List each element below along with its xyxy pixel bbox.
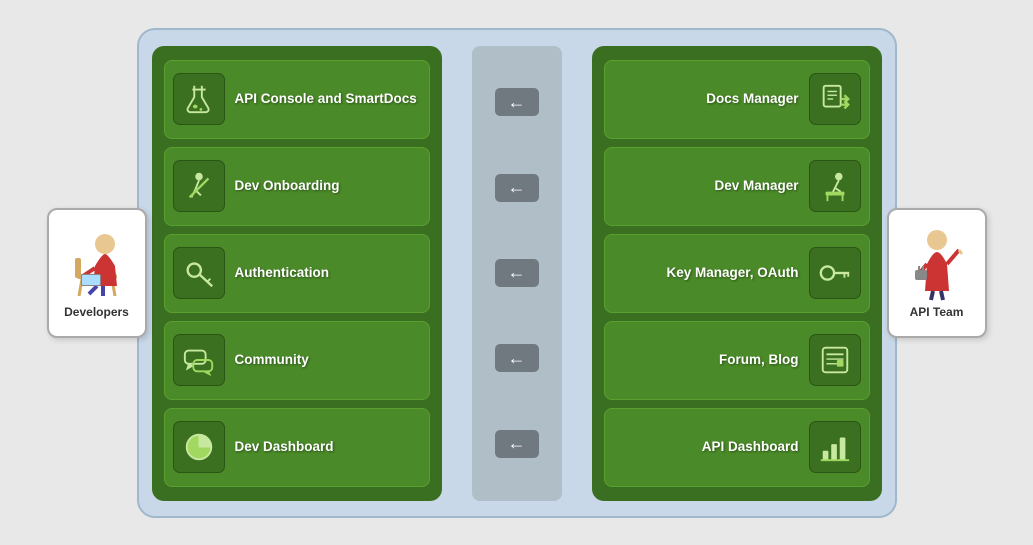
chat-icon [173,334,225,386]
list-item: Dev Manager [604,147,870,226]
diagram-container: API Console and SmartDocs Dev Onboarding [37,18,997,528]
blog-icon [809,334,861,386]
row-label: API Dashboard [702,438,799,456]
docs-icon [809,73,861,125]
list-item: Docs Manager [604,60,870,139]
list-item: Community [164,321,430,400]
developer-label: Developers [64,305,129,319]
pie-chart-icon [173,421,225,473]
row-label: Community [235,351,309,369]
api-team-label: API Team [910,305,964,319]
key2-icon [809,247,861,299]
person-desk-icon [809,160,861,212]
list-item: Dev Onboarding [164,147,430,226]
row-label: Dev Dashboard [235,438,334,456]
arrow-2 [495,174,539,202]
developer-figure: Developers [47,208,147,338]
arrow-3 [495,259,539,287]
left-panel: API Console and SmartDocs Dev Onboarding [152,46,442,501]
developer-svg [67,226,127,301]
row-label: Dev Manager [714,177,798,195]
arrow-5 [495,430,539,458]
bar-chart-icon [809,421,861,473]
list-item: API Console and SmartDocs [164,60,430,139]
list-item: Key Manager, OAuth [604,234,870,313]
arrow-1 [495,88,539,116]
escalator-icon [173,160,225,212]
row-label: Key Manager, OAuth [666,264,798,282]
api-team-figure: API Team [887,208,987,338]
right-panel: Docs Manager Dev Manager [592,46,882,501]
list-item: Dev Dashboard [164,408,430,487]
list-item: Authentication [164,234,430,313]
api-team-svg [907,226,967,301]
key-icon [173,247,225,299]
arrow-4 [495,344,539,372]
row-label: Docs Manager [706,90,798,108]
flask-icon [173,73,225,125]
row-label: Dev Onboarding [235,177,340,195]
row-label: Forum, Blog [719,351,799,369]
row-label: Authentication [235,264,330,282]
list-item: API Dashboard [604,408,870,487]
middle-column [472,46,562,501]
list-item: Forum, Blog [604,321,870,400]
row-label: API Console and SmartDocs [235,90,417,108]
